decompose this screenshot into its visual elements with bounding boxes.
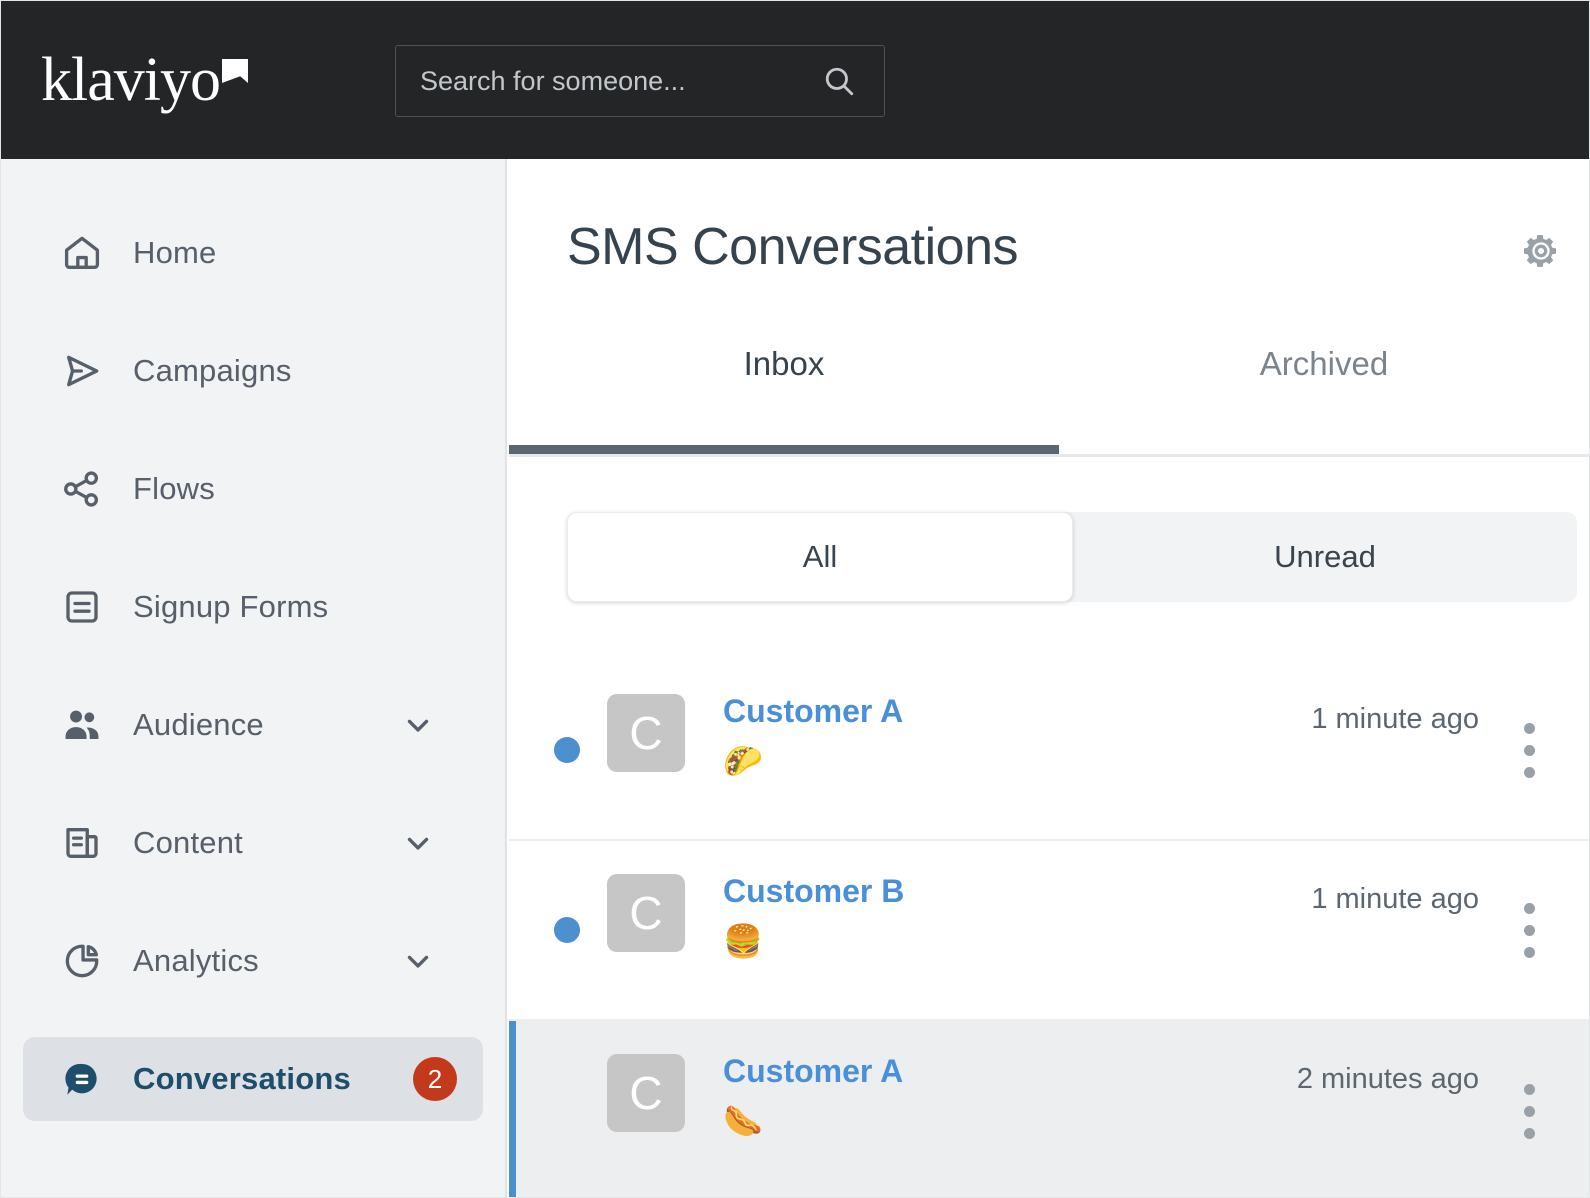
sidebar-item-flows[interactable]: Flows <box>23 447 483 531</box>
chevron-down-icon[interactable] <box>401 708 435 742</box>
sidebar-item-conversations[interactable]: Conversations 2 <box>23 1037 483 1121</box>
chevron-down-icon[interactable] <box>401 826 435 860</box>
chevron-down-icon[interactable] <box>401 944 435 978</box>
conversation-summary: Customer A 🌭 <box>723 1051 903 1141</box>
row-overflow-menu-icon[interactable] <box>1515 892 1543 968</box>
avatar: C <box>607 694 685 772</box>
sidebar-item-label: Content <box>133 825 243 860</box>
timestamp: 2 minutes ago <box>1296 1063 1479 1095</box>
klaviyo-flag-icon <box>221 59 248 83</box>
conversation-tabs: Inbox Archived <box>509 297 1589 457</box>
message-preview: 🌭 <box>723 1103 763 1139</box>
sidebar-item-signup-forms[interactable]: Signup Forms <box>23 565 483 649</box>
filter-segmented-control: All Unread <box>567 512 1577 602</box>
sidebar-item-label: Home <box>133 235 217 270</box>
sidebar-item-campaigns[interactable]: Campaigns <box>23 329 483 413</box>
dot <box>1523 902 1535 914</box>
sidebar-item-label: Conversations <box>133 1061 351 1096</box>
active-tab-indicator <box>509 445 1059 454</box>
sidebar-item-audience[interactable]: Audience <box>23 683 483 767</box>
tabs-divider <box>509 454 1589 457</box>
sidebar-item-content[interactable]: Content <box>23 801 483 885</box>
sidebar-item-label: Analytics <box>133 943 259 978</box>
contact-name[interactable]: Customer B <box>723 871 904 911</box>
conversation-list: C Customer A 🌮 1 minute ago C Customer B <box>509 661 1589 1197</box>
audience-icon <box>59 702 105 748</box>
settings-button[interactable] <box>1519 231 1563 275</box>
dot <box>1523 766 1535 778</box>
send-icon <box>59 348 105 394</box>
klaviyo-logo-text: klaviyo <box>41 46 221 114</box>
message-preview: 🍔 <box>723 923 763 959</box>
dot <box>1523 1127 1535 1139</box>
timestamp: 1 minute ago <box>1311 703 1479 735</box>
sidebar-navigation: Home Campaigns Flows Signup Forms Audien… <box>1 159 507 1197</box>
sidebar-item-label: Audience <box>133 707 264 742</box>
conversations-icon <box>59 1056 105 1102</box>
page-header: SMS Conversations <box>509 159 1589 297</box>
main-content: SMS Conversations Inbox Archived All Unr… <box>509 159 1589 1197</box>
unread-indicator-dot <box>554 917 580 943</box>
dot <box>1523 1083 1535 1095</box>
row-overflow-menu-icon[interactable] <box>1515 1073 1543 1149</box>
sidebar-item-home[interactable]: Home <box>23 211 483 295</box>
tab-inbox[interactable]: Inbox <box>509 345 1059 383</box>
klaviyo-app-window: klaviyo Home <box>0 0 1590 1198</box>
top-navigation-bar: klaviyo <box>1 1 1589 159</box>
dot <box>1523 744 1535 756</box>
klaviyo-logo[interactable]: klaviyo <box>41 46 248 114</box>
dot <box>1523 946 1535 958</box>
status-badge: 2 <box>413 1057 457 1101</box>
contact-name[interactable]: Customer A <box>723 691 903 731</box>
table-row[interactable]: C Customer A 🌮 1 minute ago <box>509 661 1589 841</box>
unread-indicator-dot <box>554 737 580 763</box>
sidebar-item-label: Flows <box>133 471 215 506</box>
home-icon <box>59 230 105 276</box>
sidebar-item-label: Signup Forms <box>133 589 329 624</box>
filter-all-button[interactable]: All <box>567 512 1073 602</box>
contact-name[interactable]: Customer A <box>723 1051 903 1091</box>
table-row[interactable]: C Customer A 🌭 2 minutes ago <box>509 1021 1589 1197</box>
row-overflow-menu-icon[interactable] <box>1515 712 1543 788</box>
analytics-icon <box>59 938 105 984</box>
conversation-summary: Customer B 🍔 <box>723 871 904 961</box>
search-input[interactable] <box>396 65 822 97</box>
sidebar-item-label: Campaigns <box>133 353 292 388</box>
avatar: C <box>607 1054 685 1132</box>
sidebar-item-analytics[interactable]: Analytics <box>23 919 483 1003</box>
tab-archived[interactable]: Archived <box>1059 345 1589 383</box>
filter-unread-button[interactable]: Unread <box>1073 512 1577 602</box>
search-icon[interactable] <box>822 64 856 98</box>
page-title: SMS Conversations <box>567 218 1019 276</box>
content-icon <box>59 820 105 866</box>
signup-forms-icon <box>59 584 105 630</box>
conversation-summary: Customer A 🌮 <box>723 691 903 781</box>
gear-icon <box>1521 231 1561 276</box>
message-preview: 🌮 <box>723 743 763 779</box>
global-search[interactable] <box>395 45 885 117</box>
timestamp: 1 minute ago <box>1311 883 1479 915</box>
dot <box>1523 924 1535 936</box>
dot <box>1523 722 1535 734</box>
dot <box>1523 1105 1535 1117</box>
table-row[interactable]: C Customer B 🍔 1 minute ago <box>509 841 1589 1021</box>
flows-icon <box>59 466 105 512</box>
avatar: C <box>607 874 685 952</box>
